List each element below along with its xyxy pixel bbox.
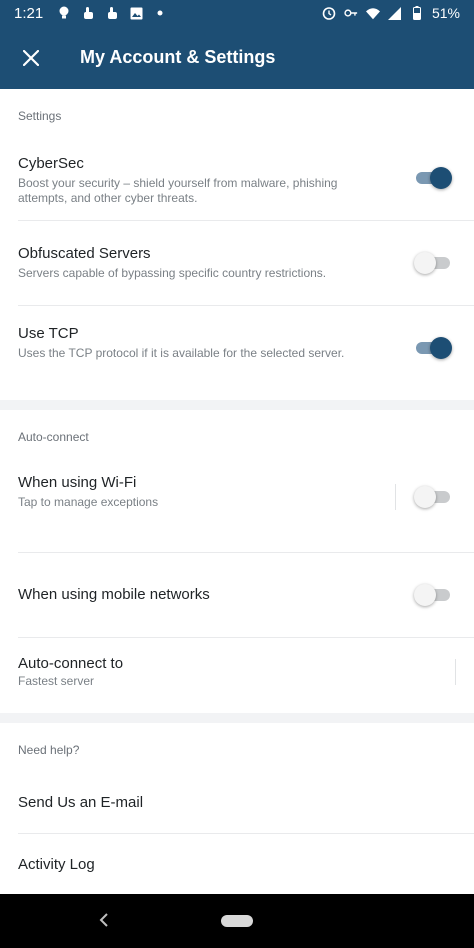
- activity-log-row[interactable]: Activity Log: [0, 833, 474, 894]
- dot-icon: [153, 6, 167, 20]
- wifi-autoconnect-toggle[interactable]: [414, 486, 452, 508]
- autoconnect-to-title: Auto-connect to: [18, 655, 124, 672]
- close-button[interactable]: [0, 26, 62, 89]
- cybersec-row[interactable]: CyberSec Boost your security – shield yo…: [0, 147, 474, 220]
- send-email-label: Send Us an E-mail: [18, 793, 144, 811]
- autoconnect-to-text: Auto-connect to Fastest server: [18, 655, 455, 689]
- back-button[interactable]: [92, 908, 116, 932]
- back-chevron-icon: [99, 913, 108, 927]
- section-header-auto-connect: Auto-connect: [18, 430, 89, 444]
- app-bar: My Account & Settings: [0, 26, 474, 89]
- obfuscated-servers-title: Obfuscated Servers: [18, 244, 151, 262]
- vertical-separator: [395, 484, 396, 510]
- use-tcp-title: Use TCP: [18, 325, 79, 342]
- send-email-row[interactable]: Send Us an E-mail: [0, 771, 474, 833]
- divider: [18, 220, 474, 221]
- navigation-bar: [0, 894, 474, 948]
- vertical-separator: [455, 659, 456, 685]
- divider: [18, 637, 474, 638]
- divider: [18, 833, 474, 834]
- obfuscated-servers-subtitle: Servers capable of bypassing specific co…: [18, 265, 327, 280]
- key-icon: [344, 6, 358, 20]
- status-bar: 1:21 51%: [0, 0, 474, 26]
- wifi-autoconnect-subtitle: Tap to manage exceptions: [18, 495, 159, 509]
- obfuscated-servers-toggle[interactable]: [414, 251, 452, 274]
- mobile-autoconnect-toggle[interactable]: [414, 583, 452, 606]
- use-tcp-row[interactable]: Use TCP Uses the TCP protocol if it is a…: [0, 305, 474, 400]
- use-tcp-subtitle: Uses the TCP protocol if it is available…: [18, 346, 345, 360]
- wifi-autoconnect-title: When using Wi-Fi: [18, 474, 137, 491]
- cybersec-text: CyberSec Boost your security – shield yo…: [18, 155, 414, 206]
- wifi-icon: [365, 6, 380, 20]
- help-section: Need help? Send Us an E-mail Activity Lo…: [0, 723, 474, 894]
- bulb-icon: [57, 6, 71, 20]
- obfuscated-servers-text: Obfuscated Servers Servers capable of by…: [18, 245, 414, 281]
- cybersec-subtitle: Boost your security – shield yourself fr…: [18, 176, 338, 205]
- cybersec-title: CyberSec: [18, 155, 84, 172]
- mobile-autoconnect-text: When using mobile networks: [18, 586, 414, 603]
- battery-icon: [410, 6, 424, 20]
- wifi-autoconnect-text: When using Wi-Fi Tap to manage exception…: [18, 474, 395, 510]
- obfuscated-servers-row[interactable]: Obfuscated Servers Servers capable of by…: [0, 220, 474, 305]
- divider: [18, 552, 474, 553]
- use-tcp-text: Use TCP Uses the TCP protocol if it is a…: [18, 325, 414, 361]
- cybersec-toggle[interactable]: [414, 167, 452, 189]
- section-gap: [0, 713, 474, 723]
- wifi-autoconnect-row[interactable]: When using Wi-Fi Tap to manage exception…: [0, 466, 474, 552]
- status-time: 1:21: [14, 4, 44, 22]
- activity-log-label: Activity Log: [18, 855, 95, 873]
- auto-connect-section: Auto-connect When using Wi-Fi Tap to man…: [0, 410, 474, 713]
- image-icon: [129, 6, 143, 20]
- battery-percent: 51%: [431, 5, 460, 21]
- section-header-settings: Settings: [18, 109, 62, 123]
- autoconnect-to-subtitle: Fastest server: [18, 674, 95, 688]
- section-gap: [0, 400, 474, 410]
- section-header-help: Need help?: [18, 743, 80, 757]
- mobile-autoconnect-row[interactable]: When using mobile networks: [0, 552, 474, 637]
- close-icon: [23, 49, 39, 66]
- page-title: My Account & Settings: [80, 47, 276, 67]
- use-tcp-toggle[interactable]: [414, 337, 452, 359]
- alarm-icon: [322, 6, 336, 20]
- mobile-autoconnect-title: When using mobile networks: [18, 586, 210, 603]
- divider: [18, 305, 474, 306]
- settings-section: Settings CyberSec Boost your security – …: [0, 89, 474, 400]
- autoconnect-to-row[interactable]: Auto-connect to Fastest server: [0, 637, 474, 713]
- settings-content[interactable]: Settings CyberSec Boost your security – …: [0, 89, 474, 894]
- signal-icon: [388, 6, 402, 20]
- home-pill-icon[interactable]: [221, 915, 253, 927]
- hand-icon: [81, 6, 95, 20]
- hand-icon: [105, 6, 119, 20]
